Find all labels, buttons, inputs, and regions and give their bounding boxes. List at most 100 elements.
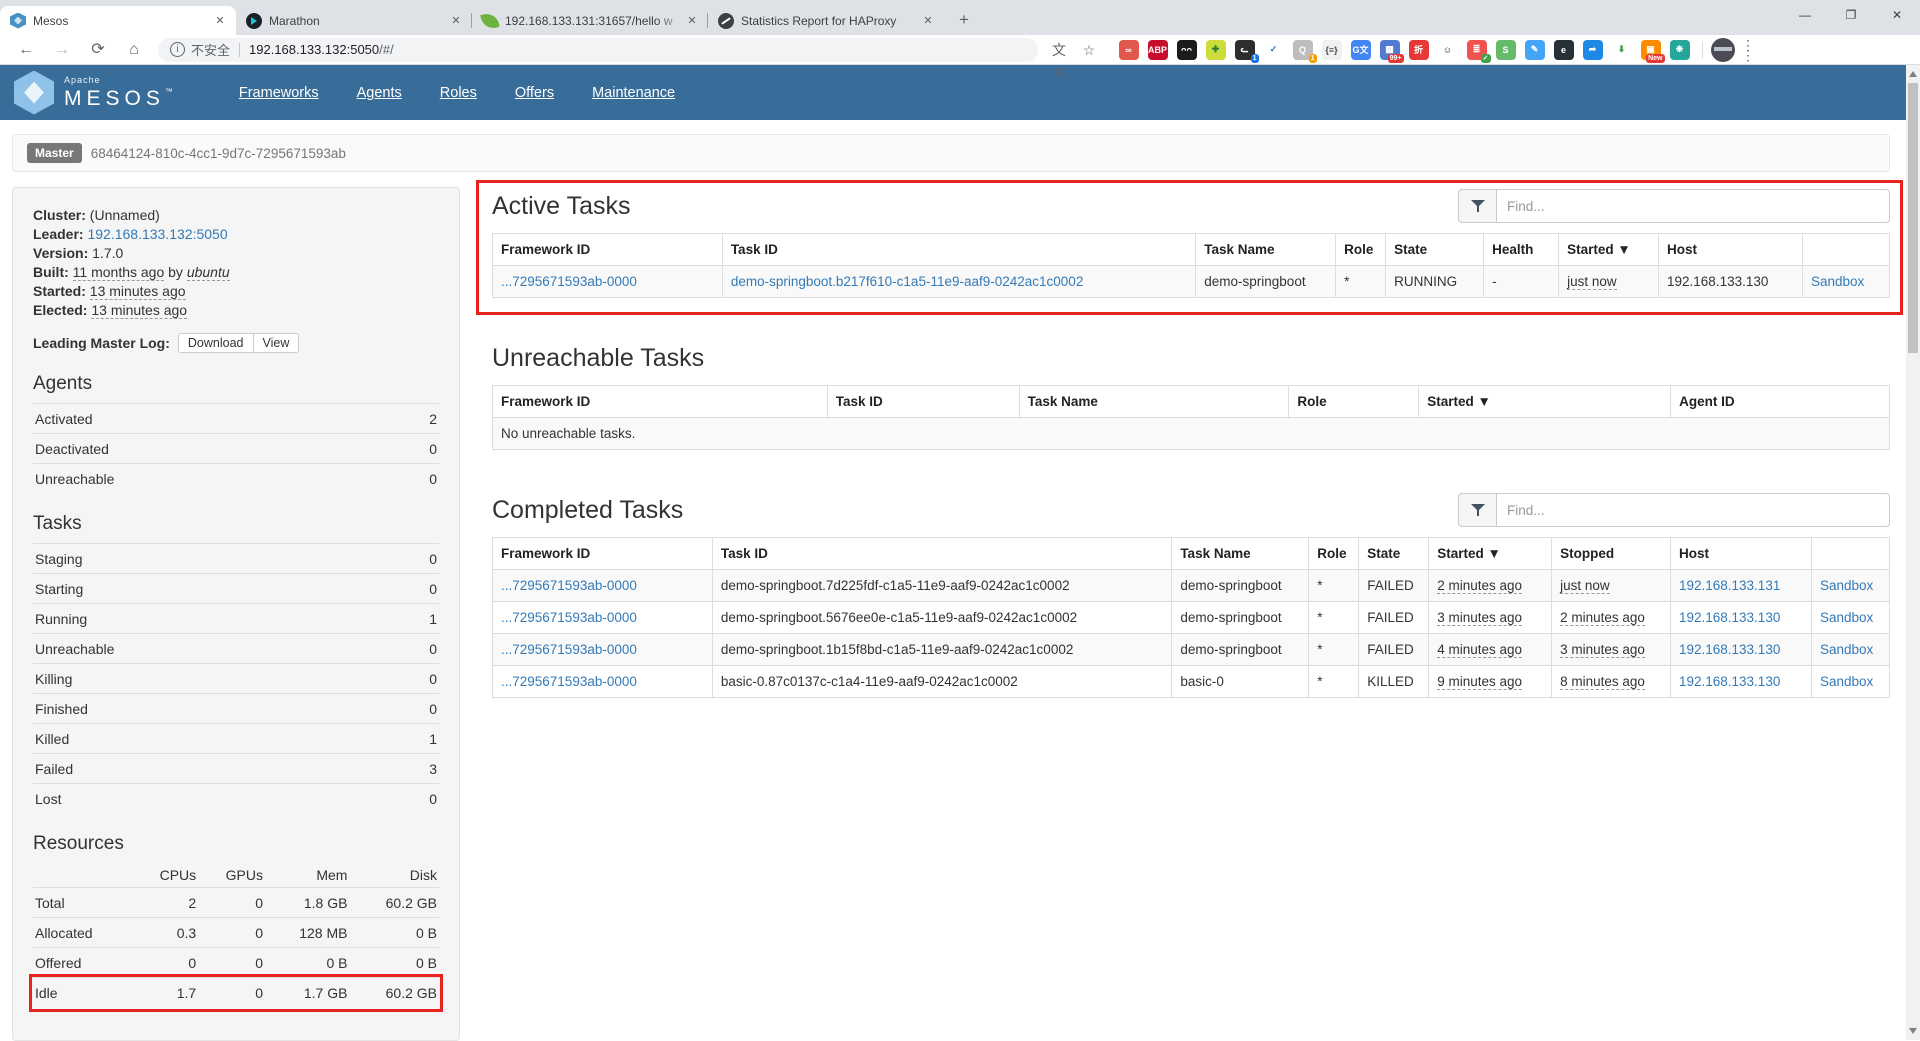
home-button[interactable]: ⌂ [121, 37, 147, 63]
column-header[interactable]: Stopped [1552, 538, 1671, 570]
zhe-coupon-icon[interactable]: 折 [1409, 40, 1429, 60]
window-close-button[interactable]: ✕ [1874, 0, 1920, 30]
mesh-globe-icon[interactable]: ❋ [1670, 40, 1690, 60]
window-restore-button[interactable]: ❐ [1828, 0, 1874, 30]
column-header[interactable]: Framework ID [493, 234, 723, 266]
column-header[interactable]: Task ID [712, 538, 1171, 570]
column-header[interactable]: Framework ID [493, 386, 828, 418]
cell-link[interactable]: 192.168.133.130 [1679, 610, 1780, 625]
share-arrow-icon[interactable]: ➦ [1583, 40, 1603, 60]
nav-link-offers[interactable]: Offers [496, 85, 573, 101]
back-button[interactable]: ← [13, 37, 39, 63]
translate-page-icon[interactable]: 文A [1048, 39, 1070, 61]
cell-link[interactable]: ...7295671593ab-0000 [501, 674, 637, 689]
column-header[interactable]: Task Name [1196, 234, 1336, 266]
download-arrow-icon[interactable]: ⬇ [1612, 40, 1632, 60]
letter-s-icon[interactable]: S [1496, 40, 1516, 60]
completed-tasks-find-input[interactable] [1496, 493, 1890, 527]
note-edit-icon[interactable]: ✎ [1525, 40, 1545, 60]
dark-cat-icon[interactable]: ᴖᴖ [1177, 40, 1197, 60]
tab-close-icon[interactable]: ✕ [684, 13, 700, 29]
column-header[interactable]: State [1359, 538, 1429, 570]
column-header[interactable]: Role [1289, 386, 1419, 418]
stat-value: 0 [429, 671, 437, 687]
column-header[interactable]: Role [1336, 234, 1386, 266]
column-header[interactable]: Started ▼ [1429, 538, 1552, 570]
reload-button[interactable]: ⟳ [85, 37, 111, 63]
json-braces-icon[interactable]: {≡} [1322, 40, 1342, 60]
column-header[interactable]: Health [1484, 234, 1559, 266]
scrollbar-up-icon[interactable] [1909, 71, 1917, 77]
cell-link[interactable]: 192.168.133.131 [1679, 578, 1780, 593]
new-tab-button[interactable]: + [950, 6, 978, 34]
mesos-brand[interactable]: Apache MESOS™ [64, 76, 178, 109]
column-header[interactable]: Started ▼ [1559, 234, 1659, 266]
nav-link-roles[interactable]: Roles [421, 85, 496, 101]
nav-link-frameworks[interactable]: Frameworks [220, 85, 338, 101]
q-loop-icon[interactable]: Q1 [1293, 40, 1313, 60]
translate-ext-icon[interactable]: G文 [1351, 40, 1371, 60]
info-icon[interactable]: i [170, 42, 185, 57]
cell-link[interactable]: ...7295671593ab-0000 [501, 642, 637, 657]
address-bar[interactable]: i 不安全 192.168.133.132:5050 /#/ [158, 38, 1038, 62]
cell-link[interactable]: Sandbox [1820, 642, 1873, 657]
view-log-button[interactable]: View [254, 333, 300, 353]
cell-link[interactable]: ...7295671593ab-0000 [501, 610, 637, 625]
person-outline-icon[interactable]: ☺ [1438, 40, 1458, 60]
column-header[interactable] [1802, 234, 1889, 266]
cell-link[interactable]: Sandbox [1820, 674, 1873, 689]
tab-hello-world[interactable]: 192.168.133.131:31657/hello w ✕ [472, 6, 708, 35]
cell-link[interactable]: Sandbox [1820, 578, 1873, 593]
profile-avatar[interactable] [1711, 38, 1735, 62]
scrollbar-down-icon[interactable] [1909, 1028, 1917, 1034]
tab-close-icon[interactable]: ✕ [212, 13, 228, 29]
cell-link[interactable]: 192.168.133.130 [1679, 642, 1780, 657]
leader-link[interactable]: 192.168.133.132:5050 [87, 226, 227, 242]
column-header[interactable]: Role [1309, 538, 1359, 570]
green-cross-icon[interactable]: ✚ [1206, 40, 1226, 60]
tampermonkey-icon[interactable]: ᓚ1 [1235, 40, 1255, 60]
cell-text: demo-springboot [1180, 610, 1281, 625]
grid-badge-icon[interactable]: ▦99+ [1380, 40, 1400, 60]
stat-label: Starting [35, 581, 83, 597]
abp-icon[interactable]: ABP [1148, 40, 1168, 60]
nav-link-maintenance[interactable]: Maintenance [573, 85, 694, 101]
cell-link[interactable]: Sandbox [1820, 610, 1873, 625]
column-header[interactable]: Task ID [827, 386, 1019, 418]
column-header[interactable]: Task Name [1019, 386, 1289, 418]
task-list-icon[interactable]: ≣✓ [1467, 40, 1487, 60]
nav-link-agents[interactable]: Agents [338, 85, 421, 101]
cell-link[interactable]: demo-springboot.b217f610-c1a5-11e9-aaf9-… [731, 274, 1084, 289]
scrollbar-thumb[interactable] [1908, 83, 1918, 353]
cell-link[interactable]: 192.168.133.130 [1679, 674, 1780, 689]
forward-button[interactable]: → [49, 37, 75, 63]
letter-e-icon[interactable]: e [1554, 40, 1574, 60]
column-header[interactable]: Started ▼ [1419, 386, 1671, 418]
cell-link[interactable]: ...7295671593ab-0000 [501, 578, 637, 593]
tab-close-icon[interactable]: ✕ [448, 13, 464, 29]
column-header[interactable]: State [1386, 234, 1484, 266]
browser-menu-icon[interactable]: ⋮⋮ [1741, 40, 1755, 60]
active-tasks-find-input[interactable] [1496, 189, 1890, 223]
window-minimize-button[interactable]: — [1782, 0, 1828, 30]
column-header[interactable]: Task Name [1172, 538, 1309, 570]
column-header[interactable] [1811, 538, 1889, 570]
column-header[interactable]: Task ID [722, 234, 1195, 266]
column-header[interactable]: Host [1659, 234, 1803, 266]
cell-link[interactable]: ...7295671593ab-0000 [501, 274, 637, 289]
column-header[interactable]: Agent ID [1671, 386, 1890, 418]
tab-mesos[interactable]: Mesos ✕ [0, 6, 236, 35]
column-header[interactable]: Framework ID [493, 538, 713, 570]
cell-link[interactable]: Sandbox [1811, 274, 1864, 289]
tab-marathon[interactable]: Marathon ✕ [236, 6, 472, 35]
infinity-icon[interactable]: ∞ [1119, 40, 1139, 60]
tab-haproxy-stats[interactable]: Statistics Report for HAProxy ✕ [708, 6, 944, 35]
lock-new-icon[interactable]: ▣New [1641, 40, 1661, 60]
tab-close-icon[interactable]: ✕ [920, 13, 936, 29]
check-circle-icon[interactable]: ✓ [1264, 40, 1284, 60]
page-scrollbar[interactable] [1906, 65, 1920, 1040]
mesos-logo-icon[interactable] [14, 71, 54, 115]
bookmark-star-icon[interactable]: ☆ [1078, 39, 1100, 61]
column-header[interactable]: Host [1670, 538, 1811, 570]
download-log-button[interactable]: Download [178, 333, 254, 353]
